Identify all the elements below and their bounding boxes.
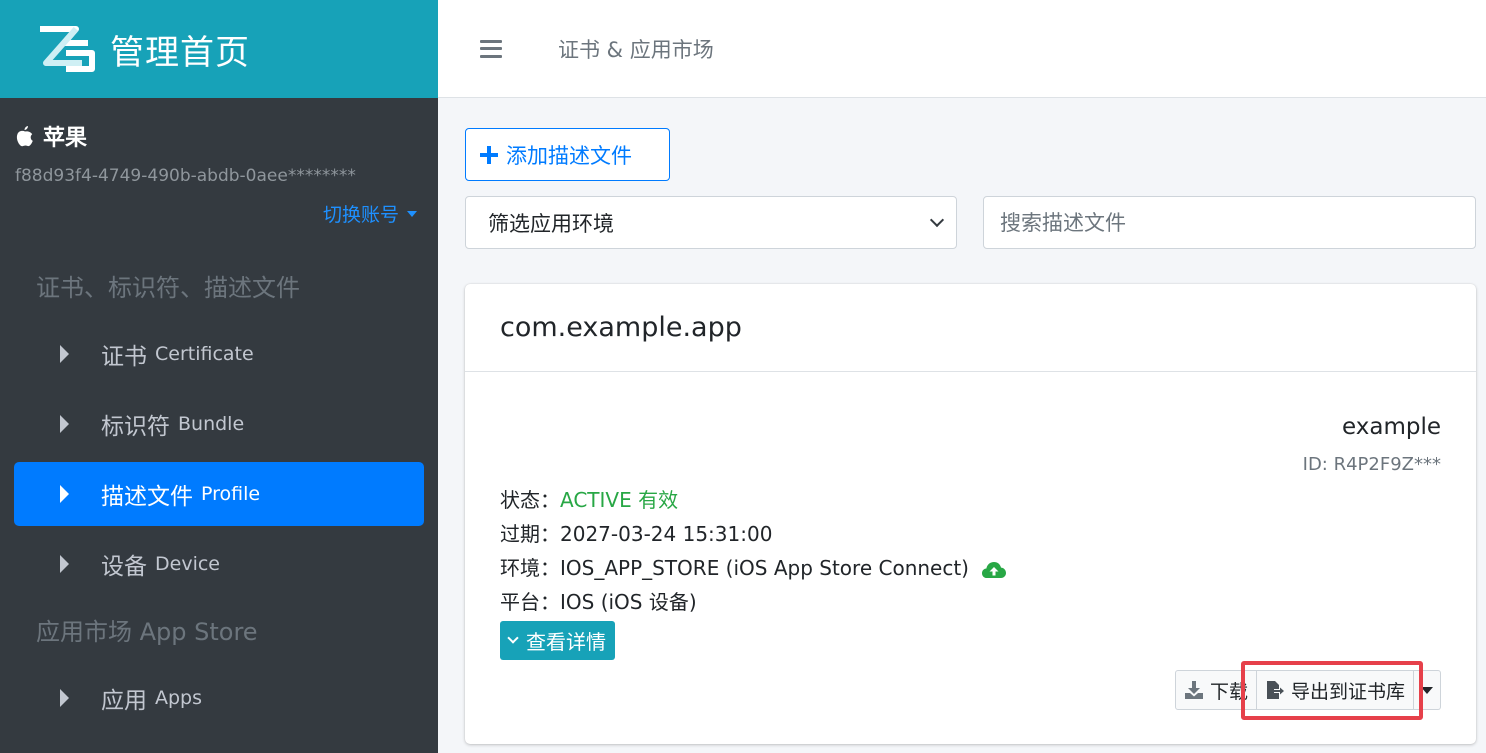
caret-right-icon (60, 415, 69, 433)
page-title: 证书 & 应用市场 (558, 37, 714, 62)
add-profile-button[interactable]: 添加描述文件 (465, 128, 670, 181)
caret-right-icon (60, 689, 69, 707)
account-name: 苹果 (15, 120, 423, 152)
platform-row: 平台：IOS (iOS 设备) (500, 590, 697, 614)
profile-actions: 下载 导出到证书库 (1174, 670, 1441, 710)
search-profile-input[interactable] (983, 196, 1476, 249)
caret-right-icon (60, 485, 69, 503)
zg-logo-icon (40, 26, 95, 72)
sidebar-item-device[interactable]: 设备 Device (14, 532, 424, 596)
top-navbar: 证书 & 应用市场 (438, 0, 1486, 98)
profile-info: 状态：ACTIVE 有效 过期：2027-03-24 15:31:00 环境：I… (500, 483, 1007, 619)
sidebar-item-bundle[interactable]: 标识符 Bundle (14, 392, 424, 456)
profile-card: com.example.app example ID: R4P2F9Z*** 状… (465, 284, 1476, 744)
profile-id: ID: R4P2F9Z*** (1302, 454, 1441, 475)
sidebar: 管理首页 苹果 f88d93f4-4749-490b-abdb-0aee****… (0, 0, 438, 753)
sidebar-item-profile[interactable]: 描述文件 Profile (14, 462, 424, 526)
sidebar-item-apps[interactable]: 应用 Apps (14, 666, 424, 730)
environment-row: 环境：IOS_APP_STORE (iOS App Store Connect) (500, 551, 1007, 585)
nav-header-certificates: 证书、标识符、描述文件 (36, 274, 300, 302)
nav-header-app-store: 应用市场 App Store (36, 618, 258, 646)
environment-filter-select[interactable]: 筛选应用环境 (465, 196, 957, 249)
account-id: f88d93f4-4749-490b-abdb-0aee******** (15, 166, 356, 186)
chevron-down-icon (507, 632, 519, 644)
cloud-upload-icon (982, 561, 1007, 578)
chevron-down-icon (929, 212, 945, 228)
status-row: 状态：ACTIVE 有效 (500, 488, 679, 512)
caret-right-icon (60, 345, 69, 363)
plus-icon (480, 145, 498, 164)
file-export-icon (1266, 681, 1284, 699)
export-to-cert-store-button[interactable]: 导出到证书库 (1256, 670, 1414, 710)
main-content: 添加描述文件 筛选应用环境 com.example.app example ID… (438, 99, 1486, 753)
more-actions-dropdown[interactable] (1414, 670, 1441, 710)
account-panel: 苹果 f88d93f4-4749-490b-abdb-0aee******** … (0, 98, 438, 254)
switch-account-dropdown[interactable]: 切换账号 (15, 200, 423, 227)
brand-link[interactable]: 管理首页 (0, 0, 438, 98)
expire-row: 过期：2027-03-24 15:31:00 (500, 522, 773, 546)
view-details-button[interactable]: 查看详情 (500, 621, 615, 660)
apple-icon (16, 126, 33, 147)
profile-name: example (1342, 414, 1441, 440)
caret-right-icon (60, 555, 69, 573)
download-icon (1184, 681, 1203, 699)
download-button[interactable]: 下载 (1174, 670, 1257, 710)
hamburger-menu-icon[interactable] (480, 39, 502, 58)
profile-bundle-id: com.example.app (465, 284, 1476, 372)
caret-down-icon (407, 210, 417, 217)
brand-title: 管理首页 (110, 32, 250, 73)
caret-down-icon (1421, 686, 1433, 694)
status-badge: ACTIVE 有效 (560, 488, 679, 512)
sidebar-item-certificate[interactable]: 证书 Certificate (14, 322, 424, 386)
profile-card-body: example ID: R4P2F9Z*** 状态：ACTIVE 有效 过期：2… (465, 372, 1476, 744)
